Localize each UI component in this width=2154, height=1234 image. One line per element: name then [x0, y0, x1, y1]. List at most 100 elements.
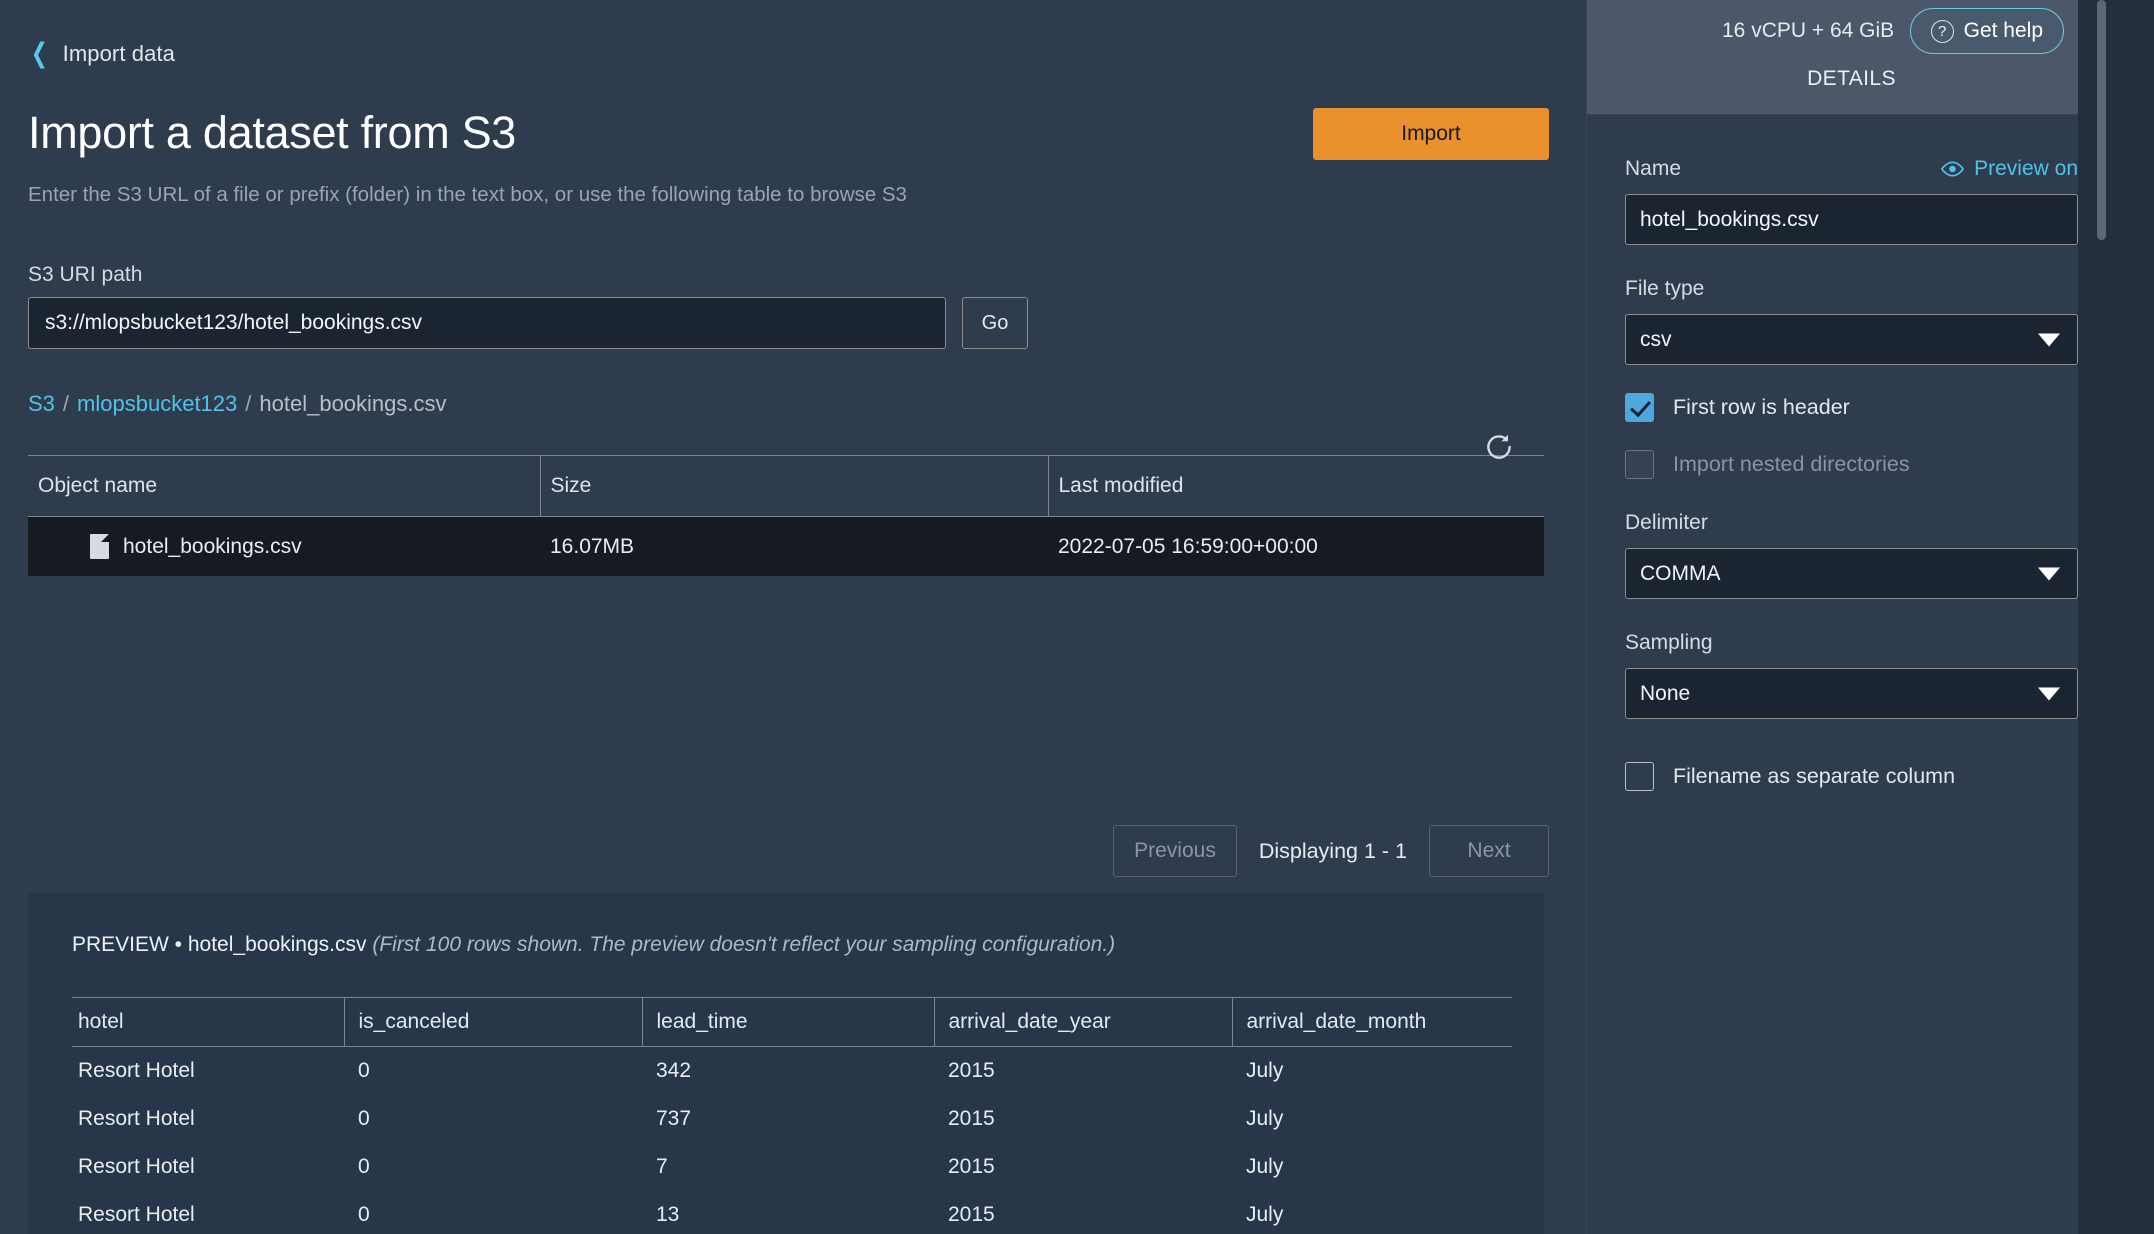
first-row-header-row[interactable]: First row is header [1625, 393, 2078, 422]
preview-cell: 2015 [948, 1107, 995, 1130]
preview-panel: PREVIEW • hotel_bookings.csv (First 100 … [28, 893, 1544, 1234]
preview-cell: Resort Hotel [78, 1155, 195, 1178]
preview-table: hotel is_canceled lead_time arrival_date… [72, 997, 1512, 1234]
s3-uri-label: S3 URI path [28, 263, 143, 286]
preview-toggle[interactable]: Preview on [1940, 157, 2078, 181]
preview-cell: 0 [358, 1107, 370, 1130]
instance-info: 16 vCPU + 64 GiB [1722, 19, 1895, 42]
get-help-button[interactable]: ? Get help [1909, 8, 2064, 54]
column-header-object-name: Object name [28, 455, 540, 517]
breadcrumb-current: hotel_bookings.csv [259, 391, 447, 416]
sampling-label: Sampling [1625, 631, 1713, 654]
name-label-row: Name Preview on [1625, 157, 2078, 181]
preview-cell: July [1246, 1107, 1284, 1130]
preview-cell: 2015 [948, 1155, 995, 1178]
eye-icon [1941, 161, 1965, 177]
import-button[interactable]: Import [1313, 108, 1549, 160]
breadcrumb-root[interactable]: S3 [28, 391, 55, 417]
file-type-label: File type [1625, 277, 1705, 300]
preview-header: PREVIEW • hotel_bookings.csv (First 100 … [72, 933, 1500, 957]
refresh-icon[interactable] [1484, 432, 1514, 462]
import-nested-label: Import nested directories [1673, 452, 1910, 476]
app-root: ❮ Import data Import a dataset from S3 E… [0, 0, 2154, 1234]
chevron-left-icon[interactable]: ❮ [31, 40, 48, 67]
preview-column-lead-time: lead_time [641, 997, 934, 1047]
sampling-block: Sampling None [1625, 631, 2078, 719]
preview-cell: 13 [656, 1203, 680, 1226]
breadcrumb: S3 / mlopsbucket123 / hotel_bookings.csv [0, 349, 1586, 417]
preview-cell: Resort Hotel [78, 1059, 195, 1082]
preview-column-arrival-date-year: arrival_date_year [933, 997, 1232, 1047]
s3-uri-row: Go [0, 297, 1586, 349]
preview-column-hotel: hotel [72, 997, 344, 1047]
preview-cell: 2015 [948, 1059, 995, 1082]
next-page-button[interactable]: Next [1429, 825, 1549, 877]
first-row-header-checkbox[interactable] [1625, 393, 1654, 422]
preview-table-head: hotel is_canceled lead_time arrival_date… [72, 997, 1512, 1047]
breadcrumb-bucket[interactable]: mlopsbucket123 [77, 391, 237, 417]
preview-cell: 0 [358, 1203, 370, 1226]
filename-column-label: Filename as separate column [1673, 764, 1956, 788]
table-row: Resort Hotel 0 737 2015 July [72, 1095, 1512, 1143]
dataset-name-input[interactable] [1625, 194, 2078, 245]
details-sidebar: 16 vCPU + 64 GiB ? Get help DETAILS Name… [1586, 0, 2116, 1234]
import-nested-row: Import nested directories [1625, 450, 2078, 479]
breadcrumb-separator-1: / [62, 391, 70, 416]
filename-column-row[interactable]: Filename as separate column [1625, 762, 2078, 791]
filename-column-checkbox[interactable] [1625, 762, 1654, 791]
first-row-header-label: First row is header [1673, 395, 1850, 419]
details-header: DETAILS [1807, 67, 1896, 90]
panel-divider [1586, 0, 1587, 1234]
name-label: Name [1625, 157, 1682, 180]
back-nav[interactable]: ❮ Import data [0, 0, 1586, 67]
preview-cell: 2015 [948, 1203, 995, 1226]
preview-cell: Resort Hotel [78, 1203, 195, 1226]
preview-cell: 7 [656, 1155, 668, 1178]
file-type-block: File type csv [1625, 277, 2078, 365]
back-nav-label: Import data [62, 40, 176, 66]
preview-cell: Resort Hotel [78, 1107, 195, 1130]
main-panel: ❮ Import data Import a dataset from S3 E… [0, 0, 1586, 1234]
previous-page-button[interactable]: Previous [1113, 825, 1237, 877]
file-type-select[interactable]: csv [1625, 314, 2078, 365]
s3-uri-input[interactable] [28, 297, 946, 349]
preview-column-arrival-date-month: arrival_date_month [1231, 997, 1512, 1047]
pagination-status: Displaying 1 - 1 [1258, 838, 1407, 863]
delimiter-block: Delimiter COMMA [1625, 511, 2078, 599]
preview-toggle-label: Preview on [1974, 157, 2078, 180]
page-subtitle: Enter the S3 URL of a file or prefix (fo… [28, 183, 907, 206]
column-header-size: Size [539, 455, 1048, 517]
table-row: Resort Hotel 0 7 2015 July [72, 1143, 1512, 1191]
sidebar-body: Name Preview on File type csv [1587, 115, 2116, 791]
preview-note: (First 100 rows shown. The preview doesn… [372, 933, 1116, 956]
get-help-label: Get help [1963, 19, 2043, 42]
column-header-last-modified: Last modified [1047, 455, 1544, 517]
sidebar-topbar: 16 vCPU + 64 GiB ? Get help DETAILS [1587, 0, 2116, 115]
object-name-cell: hotel_bookings.csv [28, 517, 540, 577]
preview-cell: July [1246, 1155, 1284, 1178]
delimiter-select[interactable]: COMMA [1625, 548, 2078, 599]
object-table-head: Object name Size Last modified [28, 455, 1544, 517]
pagination: Previous Displaying 1 - 1 Next [1113, 825, 1549, 877]
page-scrollbar[interactable] [2078, 0, 2116, 1234]
object-last-modified-cell: 2022-07-05 16:59:00+00:00 [1058, 534, 1318, 558]
table-row[interactable]: hotel_bookings.csv 16.07MB 2022-07-05 16… [28, 516, 1544, 577]
breadcrumb-separator-2: / [245, 391, 252, 416]
preview-cell: 737 [656, 1107, 692, 1130]
preview-table-body: Resort Hotel 0 342 2015 July Resort Hote… [72, 1047, 1512, 1234]
object-size-cell: 16.07MB [550, 534, 635, 558]
object-table-body: hotel_bookings.csv 16.07MB 2022-07-05 16… [28, 516, 1544, 577]
import-nested-checkbox [1625, 450, 1654, 479]
table-row: Resort Hotel 0 342 2015 July [72, 1047, 1512, 1096]
file-icon [90, 534, 109, 559]
preview-cell: 0 [358, 1155, 370, 1178]
preview-cell: 0 [358, 1059, 370, 1082]
object-name-text: hotel_bookings.csv [123, 534, 302, 558]
page-scrollbar-thumb[interactable] [2097, 0, 2106, 240]
object-table: Object name Size Last modified hotel_boo… [28, 455, 1544, 576]
table-row: Resort Hotel 0 13 2015 July [72, 1191, 1512, 1234]
preview-cell: July [1246, 1059, 1284, 1082]
go-button[interactable]: Go [962, 297, 1028, 349]
sampling-select[interactable]: None [1625, 668, 2078, 719]
object-table-header-row: Object name Size Last modified [28, 455, 1544, 517]
